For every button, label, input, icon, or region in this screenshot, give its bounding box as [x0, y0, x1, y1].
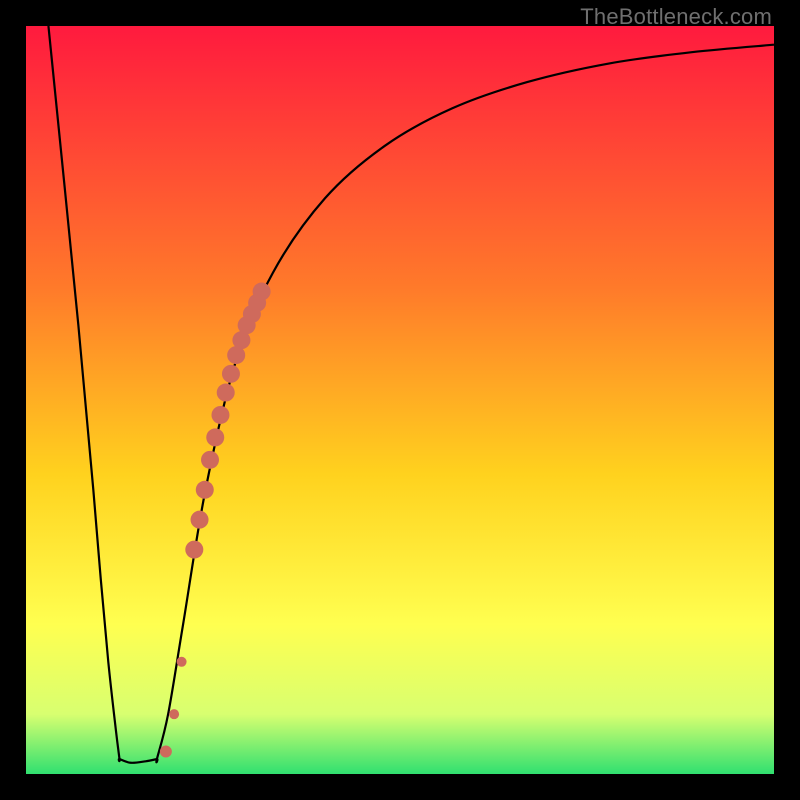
marker-point — [177, 657, 187, 667]
marker-point — [222, 365, 240, 383]
chart-svg — [26, 26, 774, 774]
marker-point — [160, 746, 172, 758]
marker-point — [169, 709, 179, 719]
marker-point — [253, 283, 271, 301]
marker-point — [201, 451, 219, 469]
marker-point — [211, 406, 229, 424]
marker-point — [191, 511, 209, 529]
plot-area — [26, 26, 774, 774]
gradient-background — [26, 26, 774, 774]
marker-point — [217, 384, 235, 402]
marker-point — [206, 428, 224, 446]
chart-frame: TheBottleneck.com — [0, 0, 800, 800]
marker-point — [185, 541, 203, 559]
marker-point — [196, 481, 214, 499]
